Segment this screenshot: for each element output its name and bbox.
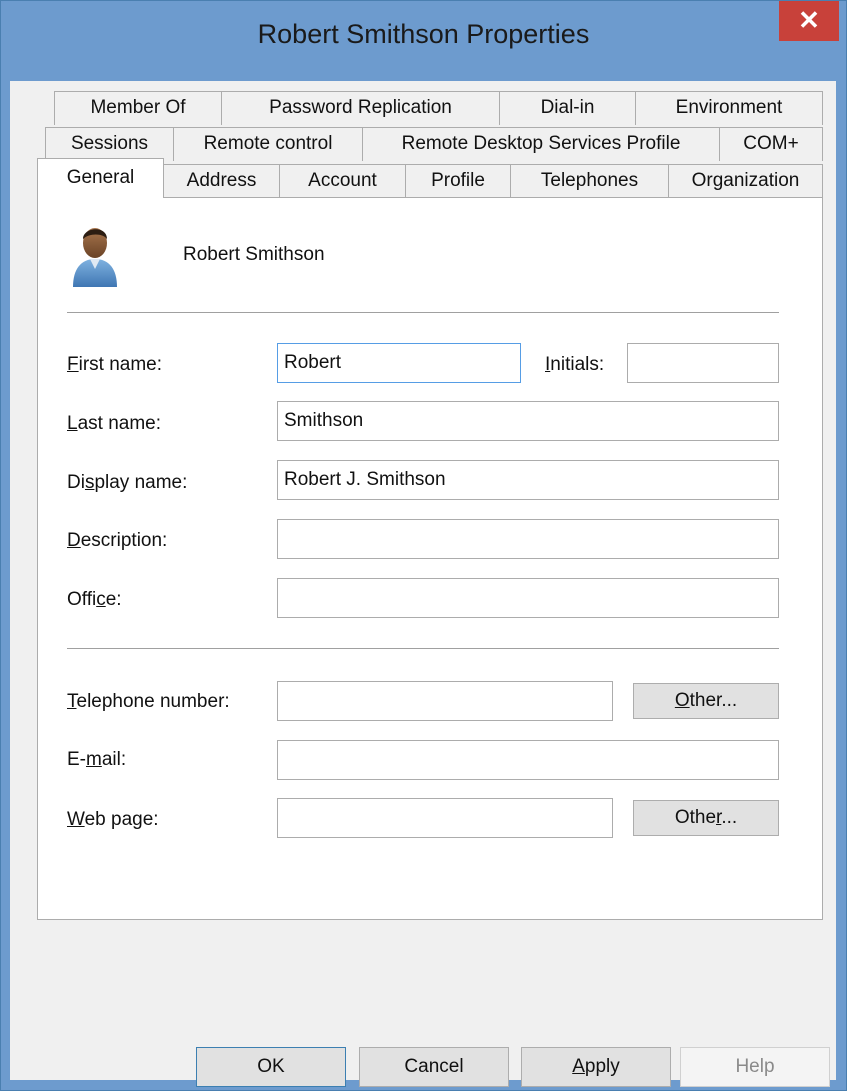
apply-button[interactable]: Apply xyxy=(521,1047,671,1087)
telephone-number-label: Telephone number: xyxy=(67,691,230,712)
office-label: Office: xyxy=(67,589,122,610)
help-button: Help xyxy=(680,1047,830,1087)
first-name-label: First name: xyxy=(67,354,163,375)
tab-remote-desktop-services-profile[interactable]: Remote Desktop Services Profile xyxy=(362,127,720,161)
last-name-field[interactable] xyxy=(277,401,779,441)
initials-label: Initials: xyxy=(545,354,605,375)
separator-bottom xyxy=(67,648,779,649)
telephone-other-button[interactable]: Other... xyxy=(633,683,779,719)
initials-field[interactable] xyxy=(627,343,779,383)
email-field[interactable] xyxy=(277,740,779,780)
web-page-field[interactable] xyxy=(277,798,613,838)
telephone-number-field[interactable] xyxy=(277,681,613,721)
tab-dial-in[interactable]: Dial-in xyxy=(499,91,636,125)
tab-account[interactable]: Account xyxy=(279,164,406,198)
tab-sessions[interactable]: Sessions xyxy=(45,127,174,161)
cancel-button[interactable]: Cancel xyxy=(359,1047,509,1087)
description-label: Description: xyxy=(67,530,168,551)
close-button[interactable]: ✕ xyxy=(779,1,839,41)
tab-password-replication[interactable]: Password Replication xyxy=(221,91,500,125)
web-page-other-button[interactable]: Other... xyxy=(633,800,779,836)
separator-top xyxy=(67,312,779,313)
tab-address[interactable]: Address xyxy=(163,164,280,198)
user-display-name: Robert Smithson xyxy=(183,244,325,265)
tab-organization[interactable]: Organization xyxy=(668,164,823,198)
ok-button[interactable]: OK xyxy=(196,1047,346,1087)
tab-com-plus[interactable]: COM+ xyxy=(719,127,823,161)
display-name-field[interactable] xyxy=(277,460,779,500)
last-name-label: Last name: xyxy=(67,413,162,434)
tab-remote-control[interactable]: Remote control xyxy=(173,127,363,161)
properties-window: Robert Smithson Properties ✕ Member Of P… xyxy=(0,0,847,1091)
first-name-field[interactable] xyxy=(277,343,521,383)
tab-telephones[interactable]: Telephones xyxy=(510,164,669,198)
user-icon xyxy=(73,228,117,287)
description-field[interactable] xyxy=(277,519,779,559)
email-label: E-mail: xyxy=(67,749,127,770)
tab-general[interactable]: General xyxy=(37,158,164,198)
close-icon: ✕ xyxy=(798,5,820,35)
title-bar[interactable]: Robert Smithson Properties ✕ xyxy=(1,1,846,81)
display-name-label: Display name: xyxy=(67,472,188,493)
office-field[interactable] xyxy=(277,578,779,618)
tab-environment[interactable]: Environment xyxy=(635,91,823,125)
tab-profile[interactable]: Profile xyxy=(405,164,511,198)
web-page-label: Web page: xyxy=(67,809,159,830)
window-title: Robert Smithson Properties xyxy=(257,19,590,49)
tab-member-of[interactable]: Member Of xyxy=(54,91,222,125)
